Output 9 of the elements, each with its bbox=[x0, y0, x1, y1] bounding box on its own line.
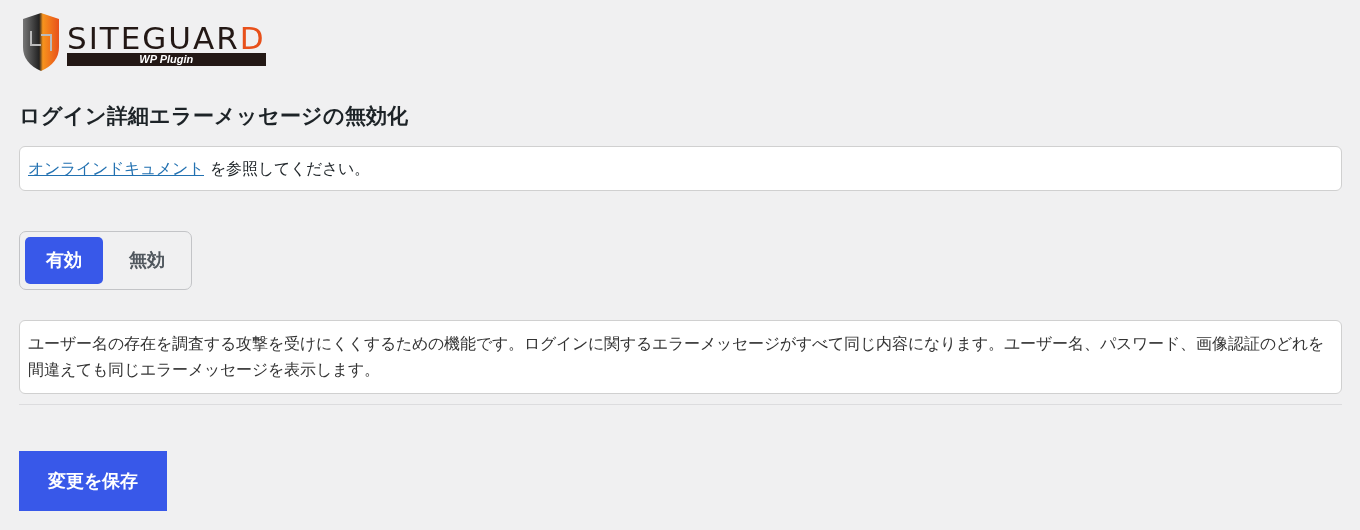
page-title: ログイン詳細エラーメッセージの無効化 bbox=[19, 103, 409, 129]
logo-wordmark: SITEGUARD bbox=[67, 22, 266, 53]
description-text: ユーザー名の存在を調査する攻撃を受けにくくするための機能です。ログインに関するエラーメッセージがすべて同じ内容になります。ユーザー名、パスワード、画像認証のどれを間違えても同じエラーメッセージを表示します。 bbox=[28, 334, 1325, 380]
logo-tagline: WP Plugin bbox=[67, 52, 266, 66]
toggle-option[interactable]: 有効 bbox=[25, 237, 103, 284]
notice-text: を参照してください。 bbox=[210, 158, 370, 179]
toggle-option[interactable]: 無効 bbox=[108, 237, 186, 284]
save-button[interactable]: 変更を保存 bbox=[19, 451, 167, 511]
documentation-link[interactable]: オンラインドキュメント bbox=[28, 156, 204, 181]
